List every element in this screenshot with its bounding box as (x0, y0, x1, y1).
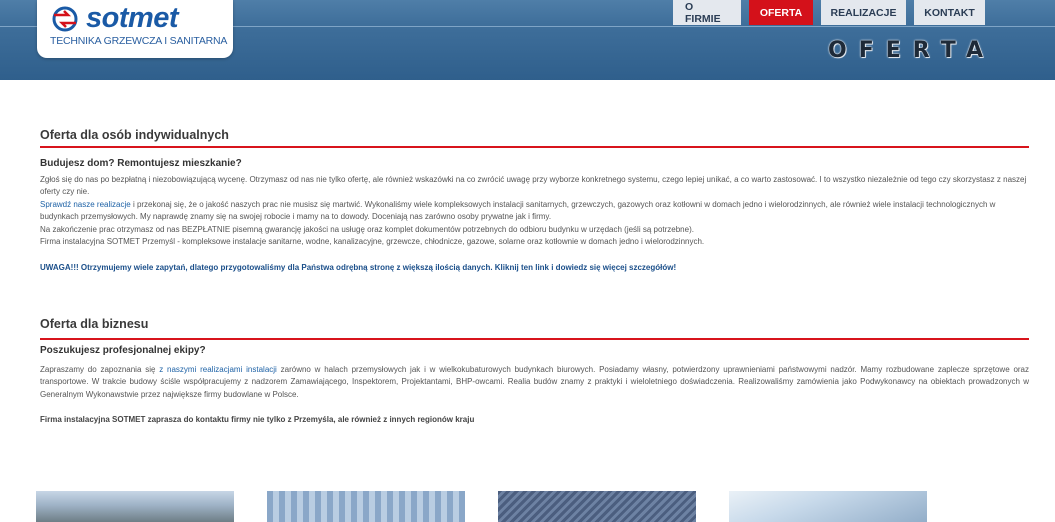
paragraph-text: Firma instalacyjna SOTMET Przemyśl - kom… (40, 237, 705, 247)
logo[interactable]: sotmet TECHNIKA GRZEWCZA I SANITARNA (37, 0, 233, 58)
contact-note: Firma instalacyjna SOTMET zaprasza do ko… (40, 415, 475, 425)
realizations-link[interactable]: Sprawdź nasze realizacje (40, 200, 131, 209)
gallery-thumbnail[interactable] (36, 491, 234, 522)
nav-item-kontakt[interactable]: KONTAKT (914, 0, 985, 25)
logo-icon (52, 6, 78, 32)
section-title: Oferta dla osób indywidualnych (40, 128, 229, 142)
site-header: sotmet TECHNIKA GRZEWCZA I SANITARNA O F… (0, 0, 1055, 80)
section-subtitle: Poszukujesz profesjonalnej ekipy? (40, 345, 206, 356)
paragraph-text: Na zakończenie prac otrzymasz od nas BEZ… (40, 224, 694, 234)
gallery-thumbnail[interactable] (498, 491, 696, 522)
paragraph: Zgłoś się do nas po bezpłatną i niezobow… (40, 174, 1029, 248)
individual-offer-section: Oferta dla osób indywidualnych Budujesz … (40, 128, 1029, 272)
main-nav: O FIRMIE OFERTA REALIZACJE KONTAKT (673, 0, 993, 25)
realizations-link[interactable]: z naszymi realizacjami instalacji (159, 365, 277, 374)
details-page-link[interactable]: UWAGA!!! Otrzymujemy wiele zapytań, dlat… (40, 263, 1029, 272)
paragraph-text: Zapraszamy do zapoznania się (40, 365, 160, 374)
gallery-thumbnail[interactable] (267, 491, 465, 522)
page-heading: OFERTA (828, 38, 996, 63)
gallery-thumbnail[interactable] (729, 491, 927, 522)
nav-item-realizacje[interactable]: REALIZACJE (821, 0, 906, 25)
section-divider (40, 146, 1029, 148)
paragraph-text: i przekonaj się, że o jakość naszych pra… (40, 199, 996, 222)
logo-wordmark: sotmet (86, 2, 179, 34)
paragraph: Zapraszamy do zapoznania się z naszymi r… (40, 364, 1029, 401)
section-title: Oferta dla biznesu (40, 317, 149, 331)
business-offer-section: Oferta dla biznesu Poszukujesz profesjon… (40, 317, 1029, 424)
nav-item-oferta[interactable]: OFERTA (749, 0, 813, 25)
paragraph-text: Zgłoś się do nas po bezpłatną i niezobow… (40, 175, 1027, 197)
realizations-gallery (36, 491, 1036, 522)
nav-item-o-firmie[interactable]: O FIRMIE (673, 0, 741, 25)
logo-tagline: TECHNIKA GRZEWCZA I SANITARNA (50, 35, 228, 47)
